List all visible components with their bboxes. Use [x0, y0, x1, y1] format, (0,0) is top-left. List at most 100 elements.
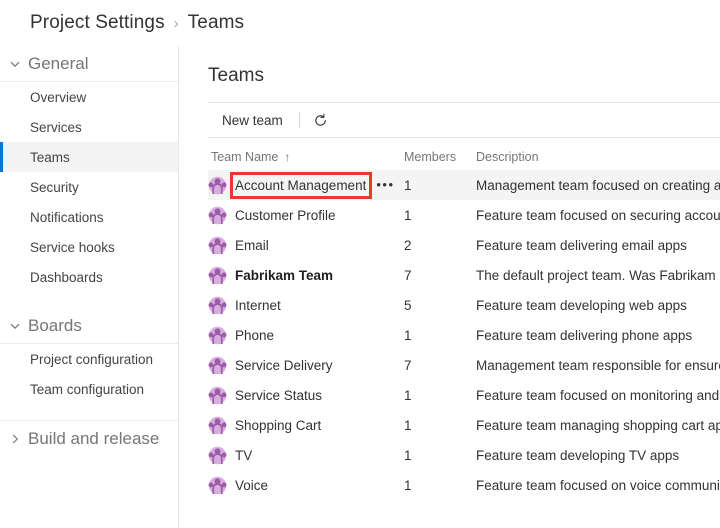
- table-row[interactable]: Fabrikam Team 7 The default project team. …: [208, 260, 720, 290]
- column-header-team-name[interactable]: Team Name ↑: [208, 150, 404, 164]
- sidebar-group-general[interactable]: General: [0, 46, 178, 82]
- column-header-label: Team Name: [211, 150, 279, 164]
- team-description: Feature team delivering phone apps: [476, 327, 693, 343]
- team-name-link[interactable]: Customer Profile: [235, 208, 336, 223]
- table-row[interactable]: Phone 1 Feature team delivering phone apps: [208, 320, 720, 350]
- sidebar-item-team-configuration[interactable]: Team configuration: [0, 374, 178, 404]
- breadcrumb-item-teams[interactable]: Teams: [188, 12, 244, 34]
- sidebar-item-project-configuration[interactable]: Project configuration: [0, 344, 178, 374]
- settings-sidebar: General Overview Services Teams Security…: [0, 46, 179, 528]
- team-description: Feature team managing shopping cart app: [476, 417, 720, 433]
- team-name-link[interactable]: Internet: [235, 298, 281, 313]
- team-description: Feature team focused on securing account: [476, 207, 720, 223]
- team-name-link[interactable]: Email: [235, 238, 269, 253]
- team-name-link[interactable]: Fabrikam Team: [235, 268, 333, 283]
- team-avatar-icon: [208, 206, 227, 225]
- sidebar-item-teams[interactable]: Teams: [0, 142, 178, 172]
- sidebar-group-label-build-and-release: Build and release: [28, 428, 160, 448]
- members-count: 7: [404, 357, 412, 373]
- team-name-cell: Email: [208, 236, 404, 255]
- teams-content-pane: Teams New team Team Name ↑ Members Descr…: [180, 46, 720, 528]
- sidebar-item-label: Team configuration: [30, 381, 145, 397]
- sidebar-item-dashboards[interactable]: Dashboards: [0, 262, 178, 292]
- team-avatar-icon: [208, 326, 227, 345]
- team-name-link[interactable]: Service Delivery: [235, 358, 333, 373]
- breadcrumb: Project Settings › Teams: [0, 0, 720, 46]
- table-row[interactable]: TV 1 Feature team developing TV apps: [208, 440, 720, 470]
- sidebar-item-label: Notifications: [30, 209, 104, 225]
- team-name-link[interactable]: TV: [235, 448, 252, 463]
- toolbar-divider: [298, 112, 300, 128]
- table-row[interactable]: Voice 1 Feature team focused on voice comm…: [208, 470, 720, 500]
- breadcrumb-separator-icon: ›: [173, 14, 179, 32]
- column-header-label: Members: [404, 150, 457, 164]
- team-avatar-icon: [208, 296, 227, 315]
- team-name-cell: Phone: [208, 326, 404, 345]
- team-name-cell: Account Management •••: [208, 176, 404, 195]
- sidebar-item-label: Services: [30, 119, 82, 135]
- members-count: 7: [404, 267, 412, 283]
- sidebar-group-label-general: General: [28, 53, 89, 73]
- team-name-link[interactable]: Shopping Cart: [235, 418, 321, 433]
- table-row[interactable]: Customer Profile 1 Feature team focused on…: [208, 200, 720, 230]
- team-name-cell: Shopping Cart: [208, 416, 404, 435]
- members-count: 1: [404, 177, 412, 193]
- team-name-cell: Service Status: [208, 386, 404, 405]
- team-avatar-icon: [208, 176, 227, 195]
- chevron-down-icon: [8, 319, 22, 333]
- new-team-button[interactable]: New team: [214, 109, 291, 132]
- sidebar-group-boards[interactable]: Boards: [0, 308, 178, 344]
- team-description: Feature team focused on voice communic: [476, 477, 720, 493]
- team-name-link[interactable]: Phone: [235, 328, 274, 343]
- team-avatar-icon: [208, 386, 227, 405]
- page-title: Teams: [208, 65, 264, 86]
- sidebar-item-label: Security: [30, 179, 79, 195]
- column-header-label: Description: [476, 150, 539, 164]
- table-row[interactable]: Service Status 1 Feature team focused on m…: [208, 380, 720, 410]
- team-description: Feature team delivering email apps: [476, 237, 687, 253]
- chevron-right-icon: [8, 432, 22, 446]
- sidebar-item-services[interactable]: Services: [0, 112, 178, 142]
- table-row[interactable]: Email 2 Feature team delivering email apps: [208, 230, 720, 260]
- team-avatar-icon: [208, 416, 227, 435]
- team-name-cell: Customer Profile: [208, 206, 404, 225]
- teams-toolbar: New team: [208, 102, 720, 138]
- column-header-members[interactable]: Members: [404, 150, 476, 164]
- members-count: 1: [404, 477, 412, 493]
- members-count: 1: [404, 417, 412, 433]
- table-row[interactable]: Internet 5 Feature team developing web app…: [208, 290, 720, 320]
- sidebar-item-notifications[interactable]: Notifications: [0, 202, 178, 232]
- teams-table: Team Name ↑ Members Description Account …: [208, 144, 720, 500]
- sidebar-item-security[interactable]: Security: [0, 172, 178, 202]
- team-avatar-icon: [208, 236, 227, 255]
- team-name-cell: Service Delivery: [208, 356, 404, 375]
- sidebar-group-build-and-release[interactable]: Build and release: [0, 420, 178, 456]
- team-name-cell: Internet: [208, 296, 404, 315]
- team-avatar-icon: [208, 446, 227, 465]
- breadcrumb-item-project-settings[interactable]: Project Settings: [30, 12, 165, 34]
- team-name-link[interactable]: Voice: [235, 478, 268, 493]
- sidebar-item-service-hooks[interactable]: Service hooks: [0, 232, 178, 262]
- sidebar-item-label: Overview: [30, 89, 87, 105]
- refresh-icon[interactable]: [308, 108, 334, 132]
- team-avatar-icon: [208, 356, 227, 375]
- team-description: Feature team developing web apps: [476, 297, 687, 313]
- table-row[interactable]: Account Management ••• 1 Management team fo…: [208, 170, 720, 200]
- team-description: Management team focused on creating an: [476, 177, 720, 193]
- column-header-description[interactable]: Description: [476, 150, 720, 164]
- table-row[interactable]: Shopping Cart 1 Feature team managing shop…: [208, 410, 720, 440]
- sidebar-item-label: Teams: [30, 149, 70, 165]
- sidebar-item-overview[interactable]: Overview: [0, 82, 178, 112]
- team-name-link[interactable]: Service Status: [235, 388, 322, 403]
- team-avatar-icon: [208, 476, 227, 495]
- row-context-menu-icon[interactable]: •••: [376, 178, 394, 191]
- members-count: 1: [404, 447, 412, 463]
- team-name-cell: TV: [208, 446, 404, 465]
- table-row[interactable]: Service Delivery 7 Management team respons…: [208, 350, 720, 380]
- members-count: 2: [404, 237, 412, 253]
- team-name-link[interactable]: Account Management: [235, 178, 366, 193]
- team-description: Feature team focused on monitoring and: [476, 387, 720, 403]
- project-settings-teams-page: Project Settings › Teams General Overvie…: [0, 0, 720, 528]
